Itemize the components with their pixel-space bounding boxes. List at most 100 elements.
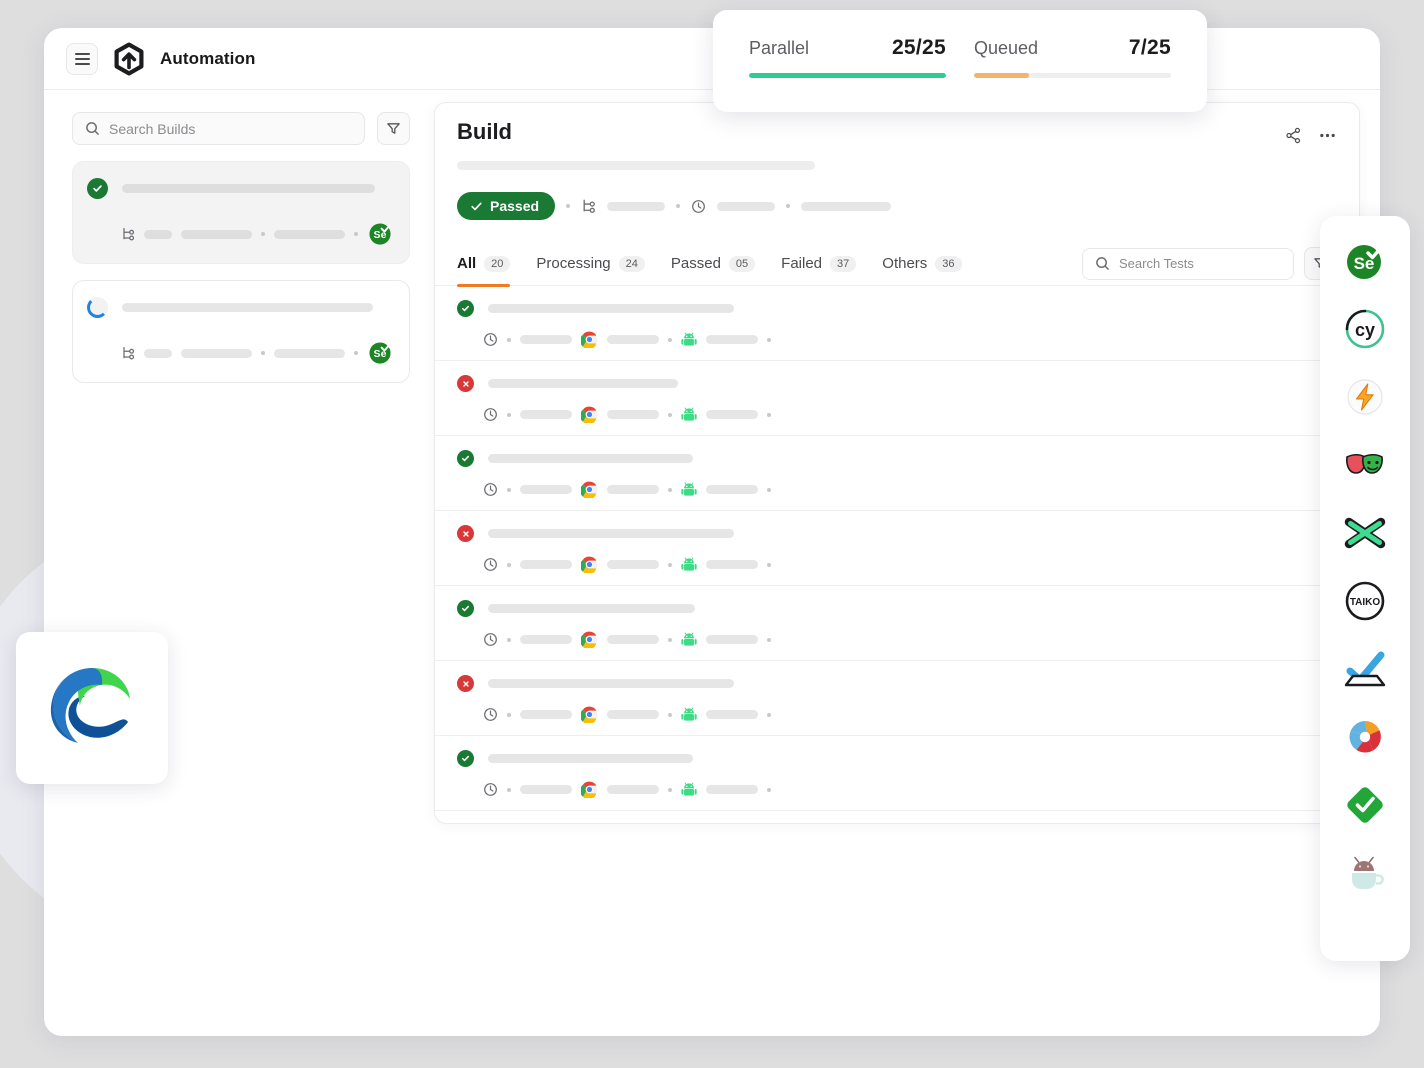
tab-label: Others — [882, 255, 928, 272]
more-horizontal-icon[interactable] — [1318, 127, 1337, 144]
test-row[interactable] — [435, 736, 1359, 811]
test-title-skeleton — [488, 304, 734, 313]
android-icon — [681, 407, 697, 421]
tab-others[interactable]: Others 36 — [882, 242, 962, 286]
framework-cypress[interactable]: cy — [1342, 306, 1388, 352]
build-title-skeleton — [122, 303, 373, 312]
build-card[interactable]: Se — [72, 280, 410, 383]
hamburger-icon[interactable] — [66, 42, 98, 75]
screen-root: Automation Search Builds Se Se Build Pas… — [0, 0, 1424, 1068]
test-row-header — [457, 300, 1337, 317]
framework-nightwatch[interactable] — [1342, 510, 1388, 556]
test-row-header — [457, 525, 1337, 542]
test-row[interactable] — [435, 661, 1359, 736]
separator-dot — [668, 562, 672, 567]
framework-espresso[interactable] — [1342, 850, 1388, 896]
clock-icon — [692, 199, 705, 213]
test-meta-skeleton — [607, 560, 659, 569]
android-icon — [681, 632, 697, 646]
build-card-header — [87, 178, 393, 199]
test-row-meta — [457, 631, 1337, 648]
test-title-skeleton — [488, 379, 678, 388]
metric-queued: Queued 7/25 — [974, 36, 1171, 112]
status-badge-label: Passed — [490, 198, 540, 214]
parallel-queued-popup: Parallel 25/25 Queued 7/25 — [713, 10, 1207, 112]
separator-dot — [354, 232, 358, 236]
chrome-icon — [581, 706, 598, 723]
test-meta-skeleton — [706, 710, 758, 719]
tab-count: 05 — [728, 255, 756, 272]
sidebar: Search Builds Se Se — [44, 90, 434, 1036]
test-row[interactable] — [435, 286, 1359, 361]
tab-all[interactable]: All 20 — [457, 242, 511, 287]
test-row-meta — [457, 406, 1337, 423]
builds-filter-button[interactable] — [377, 112, 410, 145]
test-row[interactable] — [435, 361, 1359, 436]
test-meta-skeleton — [520, 635, 572, 644]
browser-card-edge[interactable] — [16, 632, 168, 784]
svg-text:TAIKO: TAIKO — [1350, 597, 1381, 608]
tab-failed[interactable]: Failed 37 — [781, 242, 857, 286]
test-row[interactable] — [435, 436, 1359, 511]
metric-value: 7/25 — [1128, 36, 1171, 59]
framework-appium[interactable] — [1342, 714, 1388, 760]
framework-testcafe[interactable] — [1342, 646, 1388, 692]
tab-label: Failed — [781, 255, 823, 272]
test-meta-skeleton — [520, 335, 572, 344]
metric-parallel: Parallel 25/25 — [749, 36, 946, 112]
test-meta-skeleton — [607, 710, 659, 719]
chrome-icon — [581, 556, 598, 573]
separator-dot — [767, 487, 771, 492]
framework-puppeteer[interactable] — [1342, 442, 1388, 488]
selenium-icon: Se — [369, 223, 391, 245]
build-meta-skeleton — [144, 229, 173, 239]
framework-taiko[interactable]: TAIKO — [1342, 578, 1388, 624]
branch-icon — [583, 199, 595, 213]
clock-icon — [484, 333, 497, 346]
build-card[interactable]: Se — [72, 161, 410, 264]
test-row[interactable] — [435, 511, 1359, 586]
x-circle-icon — [457, 675, 474, 692]
share-icon[interactable] — [1285, 127, 1302, 144]
separator-dot — [767, 562, 771, 567]
separator-dot — [668, 487, 672, 492]
check-circle-icon — [87, 178, 108, 199]
separator-dot — [507, 412, 511, 417]
separator-dot — [767, 412, 771, 417]
search-icon — [1096, 257, 1109, 270]
framework-selenium[interactable]: Se — [1342, 238, 1388, 284]
tab-count: 37 — [830, 255, 857, 272]
test-row-header — [457, 675, 1337, 692]
metric-label: Queued — [974, 38, 1039, 58]
build-actions — [1285, 119, 1337, 144]
search-tests-input[interactable]: Search Tests — [1082, 247, 1294, 280]
framework-playwright[interactable] — [1342, 374, 1388, 420]
test-meta-skeleton — [706, 485, 758, 494]
build-meta-skeleton — [801, 201, 892, 211]
build-meta-skeleton — [144, 348, 173, 358]
test-meta-skeleton — [607, 410, 659, 419]
build-card-header — [87, 297, 393, 318]
build-title-row: Build — [457, 119, 1337, 145]
x-circle-icon — [457, 525, 474, 542]
check-circle-icon — [457, 750, 474, 767]
framework-cucumber[interactable] — [1342, 782, 1388, 828]
puppeteer-masks-icon — [1346, 453, 1383, 474]
metric-progress-track — [974, 73, 1171, 78]
cypress-icon: cy — [1345, 309, 1385, 349]
test-row[interactable] — [435, 586, 1359, 661]
chrome-icon — [581, 406, 598, 423]
build-card-meta: Se — [87, 221, 393, 247]
branch-icon — [123, 227, 135, 241]
separator-dot — [767, 337, 771, 342]
android-icon — [681, 482, 697, 496]
tab-passed[interactable]: Passed 05 — [671, 242, 756, 286]
separator-dot — [767, 637, 771, 642]
build-detail-card: Build Passed All 20 Processing 24 Passed… — [434, 102, 1360, 824]
tab-processing[interactable]: Processing 24 — [536, 242, 645, 286]
chrome-icon — [581, 331, 598, 348]
android-icon — [681, 557, 697, 571]
separator-dot — [668, 412, 672, 417]
clock-icon — [484, 558, 497, 571]
search-builds-input[interactable]: Search Builds — [72, 112, 365, 145]
